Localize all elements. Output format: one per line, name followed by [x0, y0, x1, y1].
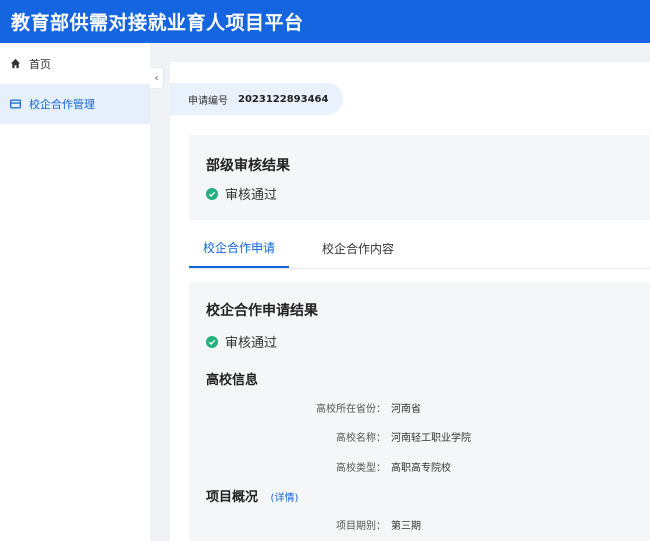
info-row-school-name: 高校名称： 河南轻工职业学院	[189, 429, 489, 444]
info-key: 高校所在省份：	[316, 404, 386, 415]
ministry-review-card: 部级审核结果 审核通过	[189, 135, 650, 220]
info-key: 高校名称：	[336, 433, 386, 444]
school-info-heading: 高校信息	[206, 373, 259, 388]
home-icon	[9, 58, 21, 70]
status-text: 审核通过	[225, 336, 278, 351]
card-icon	[9, 98, 21, 110]
info-key: 高校类型：	[336, 463, 386, 474]
cooperation-result-status: 审核通过	[206, 332, 277, 351]
tab-cooperation-content[interactable]: 校企合作内容	[308, 228, 408, 268]
sidebar: 首页 校企合作管理	[0, 43, 150, 541]
ministry-review-title: 部级审核结果	[206, 158, 290, 174]
main-content: 申请编号 2023122893464 部级审核结果 审核通过 校企合作申请 校企…	[170, 62, 650, 541]
tab-cooperation-application[interactable]: 校企合作申请	[189, 228, 290, 268]
tab-label: 校企合作申请	[203, 240, 276, 255]
application-number-label: 申请编号	[188, 95, 228, 107]
chevron-left-icon: ‹	[154, 72, 159, 84]
project-detail-link[interactable]: (详情)	[271, 493, 299, 504]
app-header: 教育部供需对接就业育人项目平台	[0, 0, 650, 43]
application-number-value: 2023122893464	[238, 93, 329, 105]
status-text: 审核通过	[225, 188, 278, 203]
sidebar-item-label: 校企合作管理	[29, 98, 95, 111]
project-overview-heading: 项目概况 (详情)	[206, 486, 298, 505]
info-value: 高职高专院校	[391, 463, 451, 474]
sidebar-item-school-enterprise[interactable]: 校企合作管理	[0, 84, 150, 124]
info-value: 河南省	[391, 404, 421, 415]
app-title: 教育部供需对接就业育人项目平台	[11, 12, 304, 34]
project-overview-title: 项目概况	[206, 490, 259, 505]
ministry-review-status: 审核通过	[206, 184, 277, 203]
sidebar-item-label: 首页	[29, 57, 51, 71]
sidebar-collapse-button[interactable]: ‹	[150, 68, 163, 88]
cooperation-result-title: 校企合作申请结果	[206, 303, 318, 319]
info-key: 项目期别：	[336, 521, 386, 532]
check-circle-icon	[206, 335, 218, 348]
tab-bar: 校企合作申请 校企合作内容	[189, 228, 650, 269]
info-row-province: 高校所在省份： 河南省	[189, 400, 489, 415]
tab-label: 校企合作内容	[322, 241, 395, 256]
info-value: 第三期	[391, 521, 421, 532]
check-circle-icon	[206, 187, 218, 200]
cooperation-result-card: 校企合作申请结果 审核通过 高校信息 高校所在省份： 河南省 高校名称： 河南轻…	[189, 282, 650, 541]
info-row-project-period: 项目期别： 第三期	[189, 517, 489, 532]
sidebar-item-home[interactable]: 首页	[0, 43, 150, 84]
info-row-school-type: 高校类型： 高职高专院校	[189, 459, 489, 474]
application-number-badge: 申请编号 2023122893464	[170, 83, 343, 115]
info-value: 河南轻工职业学院	[391, 433, 471, 444]
